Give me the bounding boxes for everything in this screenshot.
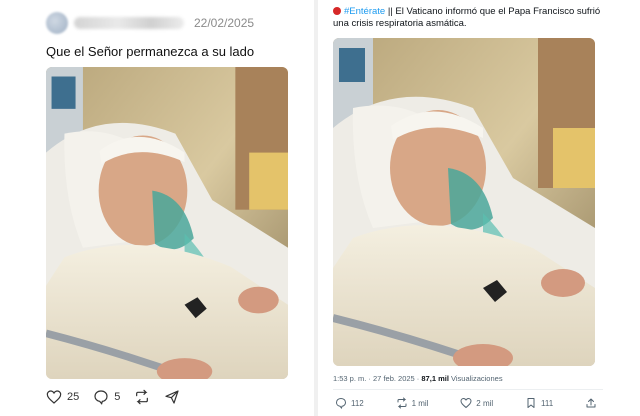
post-text: Que el Señor permanezca a su lado — [46, 44, 255, 59]
share-icon — [165, 390, 179, 404]
upload-icon — [586, 398, 596, 408]
red-circle-icon — [333, 7, 341, 15]
upload-button[interactable] — [585, 397, 597, 409]
divider — [314, 0, 318, 416]
post-image[interactable] — [46, 67, 288, 379]
reply-icon — [94, 390, 108, 405]
bookmark-button[interactable]: 111 — [525, 397, 553, 409]
repost-button[interactable]: 1 mil — [396, 397, 429, 409]
post-actions-right: 112 1 mil 2 mil 111 — [335, 397, 597, 409]
reply-count: 5 — [114, 391, 121, 403]
bookmark-icon — [527, 398, 535, 408]
post-header: 22/02/2025 — [46, 12, 254, 34]
repost-count: 1 mil — [411, 398, 429, 408]
post-headline: #Entérate || El Vaticano informó que el … — [333, 6, 613, 30]
post-date: 22/02/2025 — [194, 16, 255, 30]
views-count: 87,1 mil — [421, 374, 449, 383]
post-image-right[interactable] — [333, 38, 595, 366]
views-label: Visualizaciones — [448, 374, 503, 383]
separator-line — [333, 389, 603, 390]
like-button[interactable]: 25 — [46, 389, 79, 405]
hashtag-link[interactable]: #Entérate — [344, 6, 385, 17]
post-actions: 25 5 — [46, 389, 180, 405]
username-blurred[interactable] — [74, 17, 184, 29]
repost-button[interactable] — [134, 389, 150, 405]
like-button[interactable]: 2 mil — [460, 397, 493, 409]
repost-icon — [136, 389, 149, 405]
avatar-blurred[interactable] — [46, 12, 68, 34]
like-count: 2 mil — [476, 398, 494, 408]
share-button[interactable] — [164, 389, 180, 405]
reply-button[interactable]: 112 — [335, 397, 364, 409]
heart-icon — [460, 397, 472, 409]
post-timestamp[interactable]: 1:53 p. m. · 27 feb. 2025 · — [333, 374, 421, 383]
left-post: 22/02/2025 Que el Señor permanezca a su … — [0, 0, 312, 416]
reply-button[interactable]: 5 — [93, 389, 120, 405]
heart-icon — [46, 390, 62, 404]
bookmark-count: 111 — [540, 398, 554, 408]
like-count: 25 — [67, 391, 80, 403]
post-meta: 1:53 p. m. · 27 feb. 2025 · 87,1 mil Vis… — [333, 374, 503, 383]
repost-icon — [397, 397, 407, 409]
reply-count: 112 — [351, 398, 364, 408]
reply-icon — [335, 397, 347, 409]
